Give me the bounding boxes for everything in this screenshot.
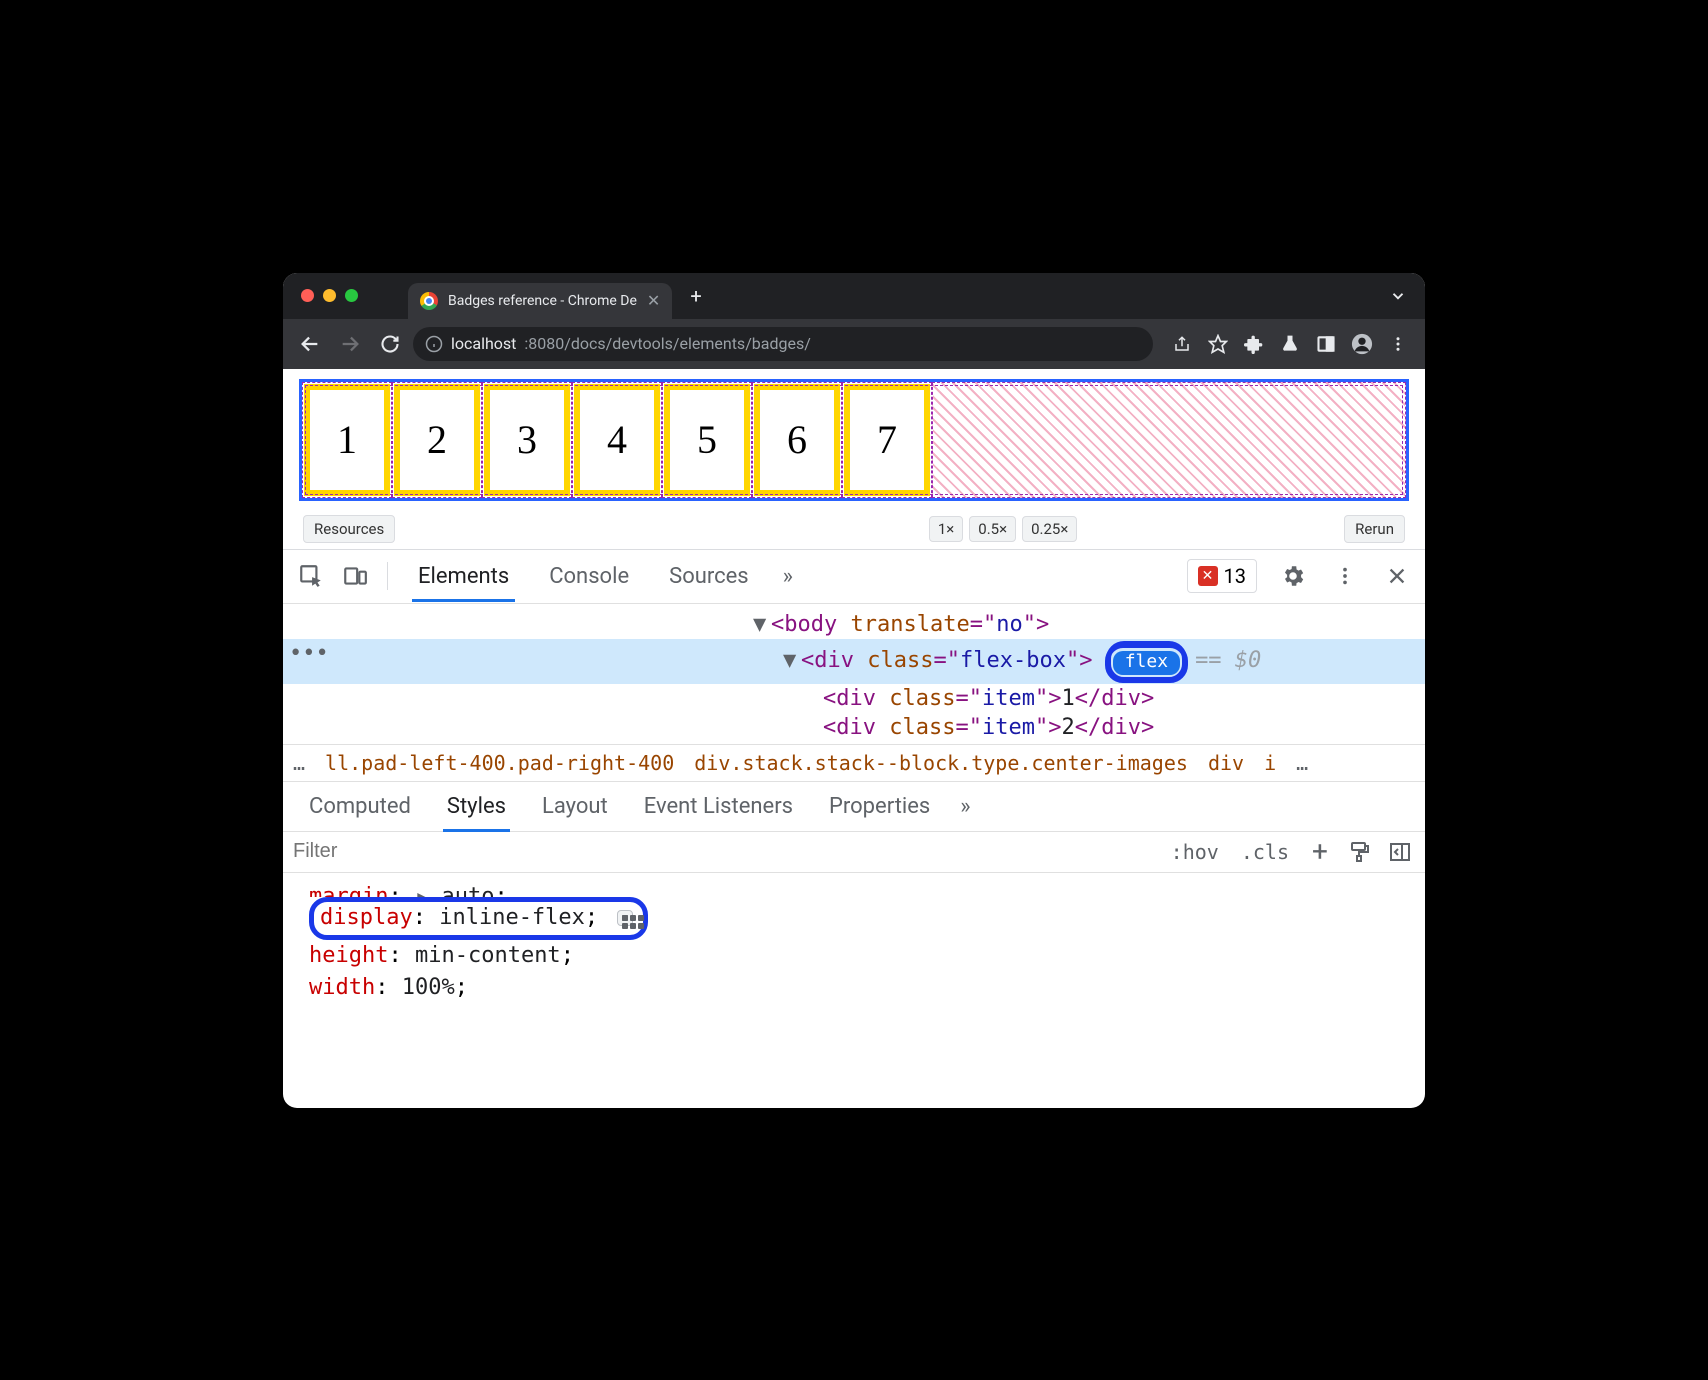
settings-icon[interactable] [1273, 556, 1313, 596]
expand-icon[interactable]: ▼ [783, 648, 801, 673]
share-icon[interactable] [1165, 327, 1199, 361]
resources-button[interactable]: Resources [303, 515, 395, 543]
browser-window: Badges reference - Chrome De ✕ + localho… [283, 273, 1425, 1108]
error-count-badge[interactable]: ✕ 13 [1187, 559, 1257, 593]
selected-anno: == $0 [1195, 648, 1261, 673]
crumb-node[interactable]: div [1208, 751, 1244, 775]
dom-node[interactable]: <div class="item">1</div> [283, 684, 1425, 713]
subtab-computed[interactable]: Computed [291, 782, 429, 831]
close-tab-icon[interactable]: ✕ [647, 291, 660, 310]
tab-console[interactable]: Console [531, 552, 647, 601]
tabs-more-icon[interactable]: » [771, 564, 805, 589]
maximize-window[interactable] [345, 289, 358, 302]
menu-icon[interactable] [1381, 327, 1415, 361]
flex-container-demo[interactable]: 1 2 3 4 5 6 7 [299, 379, 1409, 501]
panel-icon[interactable] [1309, 327, 1343, 361]
expand-icon[interactable]: ▼ [753, 612, 771, 637]
subtabs-more-icon[interactable]: » [948, 794, 982, 819]
bookmark-icon[interactable] [1201, 327, 1235, 361]
styles-filter-row: :hov .cls + [283, 832, 1425, 873]
cls-toggle[interactable]: .cls [1235, 836, 1295, 868]
titlebar: Badges reference - Chrome De ✕ + [283, 273, 1425, 319]
css-declarations[interactable]: margin: ▸ auto; display: inline-flex; he… [283, 873, 1425, 1005]
demo-toolbar: Resources 1× 0.5× 0.25× Rerun [303, 515, 1405, 543]
labs-icon[interactable] [1273, 327, 1307, 361]
crumb-next[interactable]: … [1296, 751, 1308, 775]
flex-item[interactable]: 7 [844, 384, 930, 496]
tabs-overflow-icon[interactable] [1379, 281, 1417, 311]
devtools-tabs: Elements Console Sources » ✕ 13 [283, 550, 1425, 604]
dom-node[interactable]: <div class="item">2</div> [283, 713, 1425, 742]
flex-badge[interactable]: flex [1113, 651, 1180, 675]
zoom-05x[interactable]: 0.5× [969, 516, 1016, 542]
toolbar: localhost :8080/docs/devtools/elements/ba… [283, 319, 1425, 369]
minimize-window[interactable] [323, 289, 336, 302]
window-controls [291, 289, 358, 302]
address-bar[interactable]: localhost :8080/docs/devtools/elements/ba… [413, 327, 1153, 361]
dom-node[interactable]: ▼<body translate="no"> [283, 610, 1425, 639]
reload-button[interactable] [373, 327, 407, 361]
site-info-icon[interactable] [425, 335, 443, 353]
device-icon[interactable] [335, 556, 375, 596]
extensions-icon[interactable] [1237, 327, 1271, 361]
forward-button[interactable] [333, 327, 367, 361]
toolbar-actions [1165, 327, 1415, 361]
url-host: localhost [451, 334, 516, 353]
profile-icon[interactable] [1345, 327, 1379, 361]
tab-elements[interactable]: Elements [400, 552, 527, 601]
zoom-1x[interactable]: 1× [929, 516, 963, 542]
subtab-styles[interactable]: Styles [429, 782, 524, 831]
inspect-icon[interactable] [291, 556, 331, 596]
devtools-close-icon[interactable] [1377, 556, 1417, 596]
subtab-layout[interactable]: Layout [524, 782, 626, 831]
flex-item[interactable]: 1 [304, 384, 390, 496]
flex-item[interactable]: 6 [754, 384, 840, 496]
tab-title: Badges reference - Chrome De [448, 293, 637, 309]
dom-node-selected[interactable]: ••• ▼<div class="flex-box"> flex== $0 [283, 639, 1425, 684]
devtools: Elements Console Sources » ✕ 13 ▼<body t… [283, 549, 1425, 1108]
zoom-group: 1× 0.5× 0.25× [929, 516, 1078, 542]
close-window[interactable] [301, 289, 314, 302]
flex-item[interactable]: 5 [664, 384, 750, 496]
tab-sources[interactable]: Sources [651, 552, 767, 601]
url-path: :8080/docs/devtools/elements/badges/ [524, 334, 810, 353]
flex-item[interactable]: 3 [484, 384, 570, 496]
sidebar-toggle-icon[interactable] [1385, 837, 1415, 867]
dom-breadcrumb[interactable]: … ll.pad-left-400.pad-right-400 div.stac… [283, 744, 1425, 782]
crumb-node[interactable]: ll.pad-left-400.pad-right-400 [325, 751, 674, 775]
devtools-menu-icon[interactable] [1325, 556, 1365, 596]
hov-toggle[interactable]: :hov [1165, 836, 1225, 868]
crumb-node[interactable]: i [1264, 751, 1276, 775]
page-content: 1 2 3 4 5 6 7 Resources 1× 0.5× 0.25× Re… [283, 369, 1425, 549]
chrome-icon [420, 292, 438, 310]
browser-tab[interactable]: Badges reference - Chrome De ✕ [408, 283, 672, 319]
flex-editor-icon[interactable] [617, 910, 633, 926]
display-property-highlight: display: inline-flex; [309, 897, 648, 941]
paint-icon[interactable] [1345, 837, 1375, 867]
new-tab-button[interactable]: + [690, 284, 701, 308]
flex-item[interactable]: 2 [394, 384, 480, 496]
error-count: 13 [1224, 564, 1246, 588]
back-button[interactable] [293, 327, 327, 361]
new-rule-icon[interactable]: + [1305, 837, 1335, 867]
error-icon: ✕ [1198, 566, 1218, 586]
rerun-button[interactable]: Rerun [1344, 515, 1405, 543]
subtab-properties[interactable]: Properties [811, 782, 948, 831]
subtab-event-listeners[interactable]: Event Listeners [626, 782, 811, 831]
zoom-025x[interactable]: 0.25× [1022, 516, 1077, 542]
dom-tree[interactable]: ▼<body translate="no"> ••• ▼ <div class="… [283, 604, 1425, 744]
flex-free-space [932, 382, 1406, 498]
crumb-prev[interactable]: … [293, 751, 305, 775]
ellipsis-icon[interactable]: ••• [289, 641, 329, 666]
crumb-node[interactable]: div.stack.stack--block.type.center-image… [694, 751, 1188, 775]
styles-subtabs: Computed Styles Layout Event Listeners P… [283, 782, 1425, 832]
filter-input[interactable] [293, 840, 1155, 863]
flex-item[interactable]: 4 [574, 384, 660, 496]
